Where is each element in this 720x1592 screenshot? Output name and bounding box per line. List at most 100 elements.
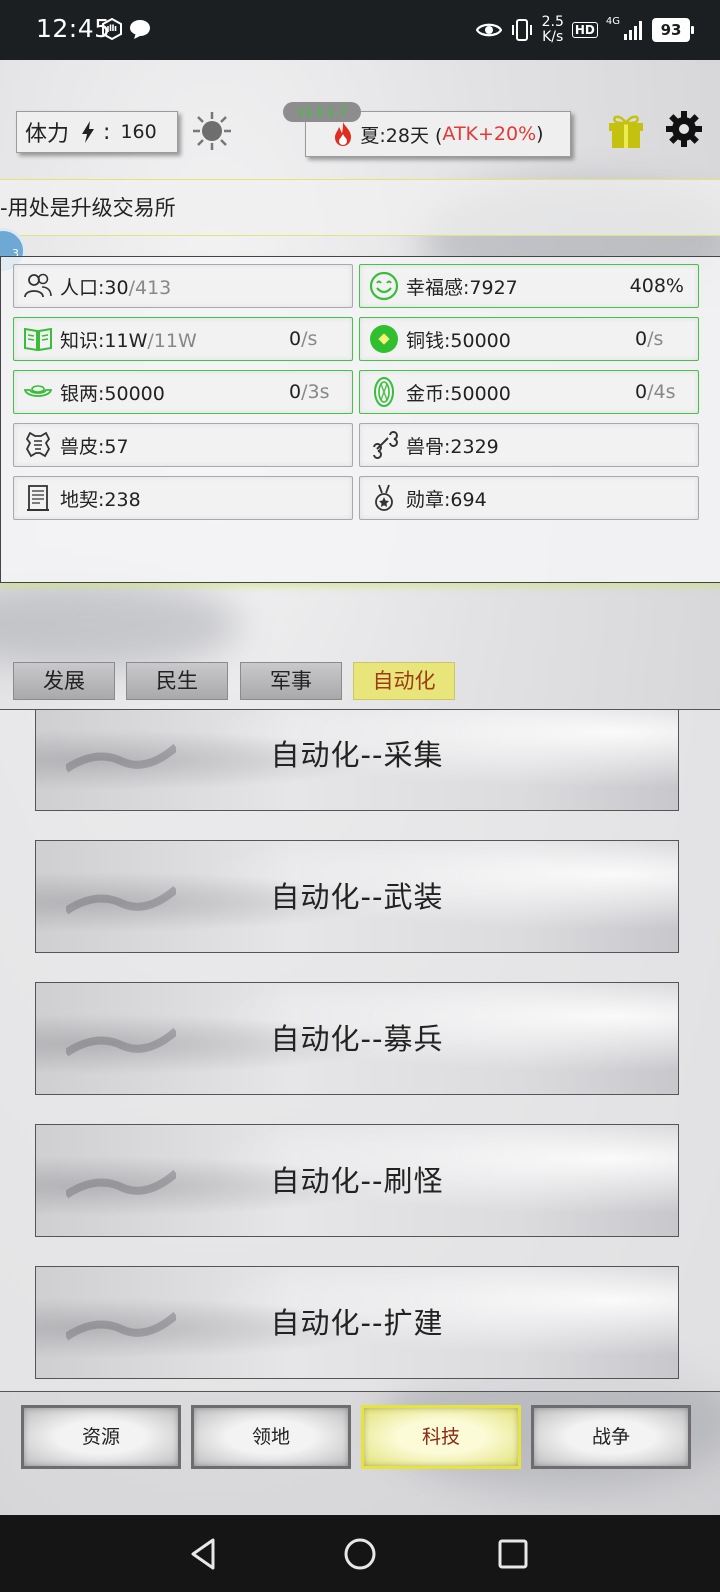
smile-icon <box>369 271 399 301</box>
gold-rate-value: 0 <box>635 381 648 403</box>
tab-automation[interactable]: 自动化 <box>353 662 455 700</box>
automation-gather-button[interactable]: 自动化--采集 <box>35 710 679 811</box>
copper-coin-icon <box>370 325 398 353</box>
dragon-silhouette-icon <box>66 885 176 915</box>
resource-bone: 兽骨:2329 <box>359 423 699 467</box>
resource-copper: 铜钱:50000 0/s <box>359 317 699 361</box>
happiness-percent: 408% <box>629 275 684 297</box>
bone-value: 兽骨:2329 <box>406 435 499 458</box>
season-bonus: ATK+20% <box>442 123 537 145</box>
silver-value: 银两:50000 <box>60 382 165 405</box>
medal-value: 勋章:694 <box>406 488 487 511</box>
resource-panel: 人口:30/413 幸福感:7927 408% 知识:11W/11W 0/s 铜… <box>0 256 720 583</box>
knowledge-rate-unit: /s <box>301 328 318 350</box>
fire-icon <box>335 122 352 146</box>
resource-knowledge: 知识:11W/11W 0/s <box>13 317 353 361</box>
home-icon[interactable] <box>343 1537 377 1571</box>
sun-icon[interactable] <box>192 111 232 151</box>
back-icon[interactable] <box>187 1537 221 1571</box>
automation-farm-monsters-label: 自动化--刷怪 <box>270 1164 444 1198</box>
status-bar: 12:45 2.5 K/s HD 4G 93 <box>0 0 720 60</box>
hide-icon <box>25 431 51 458</box>
knowledge-value: 知识:11W <box>60 329 148 352</box>
copper-value: 铜钱:50000 <box>406 329 511 352</box>
deed-value: 地契:238 <box>60 488 141 511</box>
net-speed-unit: K/s <box>542 29 564 45</box>
gold-value: 金币:50000 <box>406 382 511 405</box>
nav-war[interactable]: 战争 <box>531 1405 691 1469</box>
automation-expand-label: 自动化--扩建 <box>270 1306 444 1340</box>
stamina-display[interactable]: 体力 : 160 <box>16 111 178 153</box>
gold-rate-unit: /4s <box>647 381 676 403</box>
gold-coin-icon <box>374 377 394 407</box>
dragon-silhouette-icon <box>66 1169 176 1199</box>
hd-badge: HD <box>571 22 598 38</box>
stamina-value: 160 <box>120 121 157 143</box>
bone-icon <box>373 431 398 459</box>
population-max: /413 <box>128 276 172 299</box>
resource-deed: 地契:238 <box>13 476 353 520</box>
nav-territory[interactable]: 领地 <box>191 1405 351 1469</box>
eye-icon <box>475 23 502 37</box>
resource-happiness: 幸福感:7927 408% <box>359 264 699 308</box>
nav-resources[interactable]: 资源 <box>21 1405 181 1469</box>
resource-medal: 勋章:694 <box>359 476 699 520</box>
net-speed-value: 2.5 <box>541 14 564 30</box>
copper-rate-unit: /s <box>647 328 664 350</box>
tab-livelihood[interactable]: 民生 <box>126 662 228 700</box>
battery-icon: 93 <box>652 18 694 42</box>
dragon-silhouette-icon <box>66 1027 176 1057</box>
automation-arm-label: 自动化--武装 <box>270 880 444 914</box>
automation-recruit-label: 自动化--募兵 <box>270 1022 444 1056</box>
hide-value: 兽皮:57 <box>60 435 129 458</box>
nav-technology[interactable]: 科技 <box>361 1405 521 1469</box>
knowledge-max: /11W <box>147 329 197 352</box>
resource-hide: 兽皮:57 <box>13 423 353 467</box>
medal-icon <box>375 484 393 511</box>
silver-rate-unit: /3s <box>301 381 330 403</box>
recents-icon[interactable] <box>496 1537 530 1571</box>
automation-farm-monsters-button[interactable]: 自动化--刷怪 <box>35 1124 679 1237</box>
net-speed: 2.5 K/s <box>542 15 564 45</box>
deed-icon <box>27 485 49 511</box>
gift-icon[interactable] <box>606 110 646 150</box>
resource-population: 人口:30/413 <box>13 264 353 308</box>
stamina-separator: : <box>103 119 111 145</box>
population-icon <box>24 273 52 298</box>
dragon-silhouette-icon <box>66 1311 176 1341</box>
automation-list[interactable]: 自动化--采集 自动化--武装 自动化--募兵 自动化--刷怪 自动化--扩建 <box>0 709 720 1392</box>
lightning-icon <box>82 121 95 143</box>
game-screen: 体力 : 160 v1.0.1.7 夏:28天 (ATK+20%) -用处是升级… <box>0 60 720 1515</box>
knowledge-rate-value: 0 <box>289 328 302 350</box>
version-badge: v1.0.1.7 <box>283 102 361 122</box>
battery-level: 93 <box>660 21 682 39</box>
season-label: 夏:28天 ( <box>360 124 443 147</box>
clock: 12:45 <box>36 14 111 43</box>
automation-arm-button[interactable]: 自动化--武装 <box>35 840 679 953</box>
dragon-silhouette-icon <box>66 743 176 773</box>
automation-expand-button[interactable]: 自动化--扩建 <box>35 1266 679 1379</box>
tab-development[interactable]: 发展 <box>13 662 115 700</box>
hand-badge-icon <box>102 18 122 40</box>
vibrate-icon <box>511 19 532 41</box>
network-type: 4G <box>605 16 620 27</box>
resource-gold: 金币:50000 0/4s <box>359 370 699 414</box>
system-navigation-bar <box>0 1515 720 1592</box>
resource-silver: 银两:50000 0/3s <box>13 370 353 414</box>
signal-icon <box>624 21 642 40</box>
silver-ingot-icon <box>23 385 53 397</box>
copper-rate-value: 0 <box>635 328 648 350</box>
population-value: 人口:30 <box>60 276 129 299</box>
season-close-paren: ) <box>536 123 544 145</box>
happiness-value: 幸福感:7927 <box>406 276 518 299</box>
gear-icon[interactable] <box>665 110 703 148</box>
tab-military[interactable]: 军事 <box>240 662 342 700</box>
chat-bubble-icon <box>130 20 150 39</box>
tip-text: -用处是升级交易所 <box>0 196 176 220</box>
automation-recruit-button[interactable]: 自动化--募兵 <box>35 982 679 1095</box>
silver-rate-value: 0 <box>289 381 302 403</box>
book-icon <box>24 327 52 352</box>
stamina-label: 体力 <box>25 122 70 147</box>
automation-gather-label: 自动化--采集 <box>270 738 444 772</box>
tip-banner: -用处是升级交易所 <box>0 179 720 236</box>
